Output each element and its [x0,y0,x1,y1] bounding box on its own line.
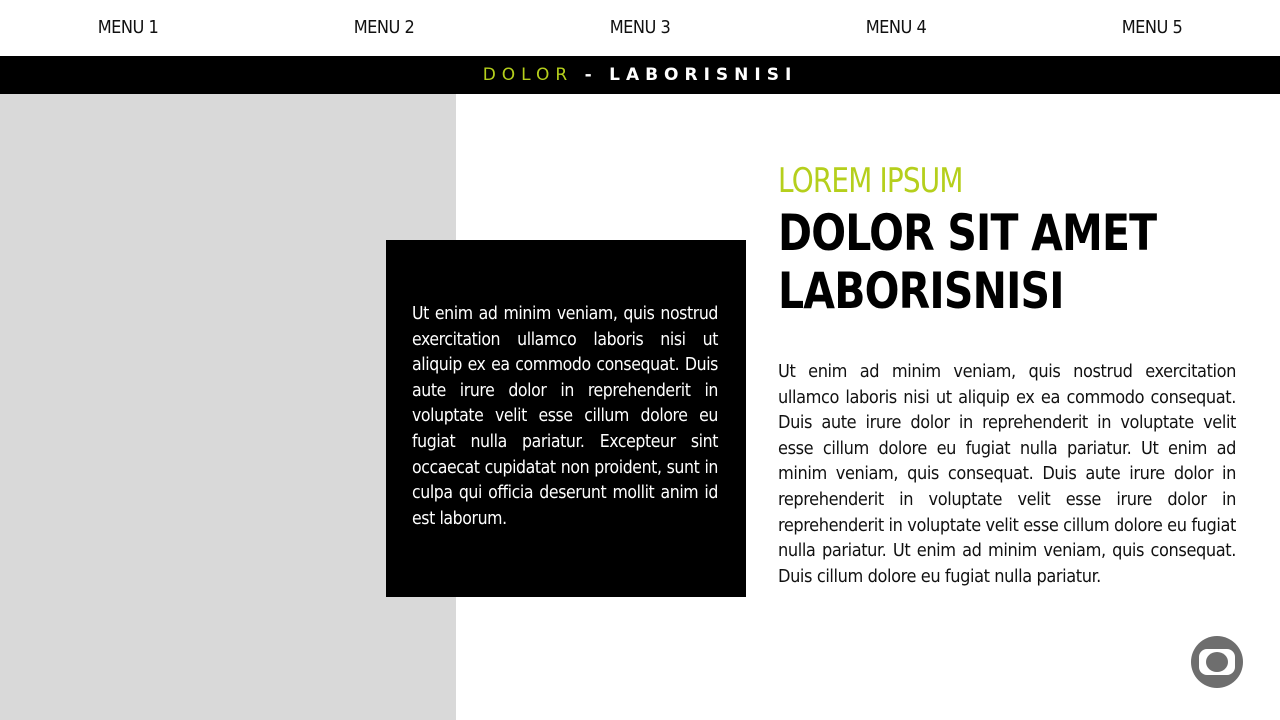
menu-item-1[interactable]: MENU 1 [48,0,208,56]
menu-item-5[interactable]: MENU 5 [1072,0,1232,56]
title-banner: DOLOR - LABORISNISI [0,56,1280,94]
logo-center-dot [1206,652,1228,672]
headline-line-1: DOLOR SIT AMET [778,204,1157,262]
article-body: Ut enim ad minim veniam, quis nostrud ex… [778,361,1236,587]
menu-item-2[interactable]: MENU 2 [304,0,464,56]
callout-box: Ut enim ad minim veniam, quis nostrud ex… [386,240,746,597]
headline-line-2: LABORISNISI [778,262,1064,320]
banner-separator: - [584,65,598,85]
callout-text: Ut enim ad minim veniam, quis nostrud ex… [412,304,718,529]
article-eyebrow: LOREM IPSUM [778,161,963,201]
top-navigation: MENU 1 MENU 2 MENU 3 MENU 4 MENU 5 [0,0,1280,56]
menu-item-3[interactable]: MENU 3 [560,0,720,56]
globo-logo-icon[interactable] [1191,636,1243,688]
menu-item-4[interactable]: MENU 4 [816,0,976,56]
article-headline: DOLOR SIT AMET LABORISNISI [778,204,1238,320]
banner-accent-text: DOLOR [482,65,574,85]
banner-main-text: LABORISNISI [609,65,798,85]
